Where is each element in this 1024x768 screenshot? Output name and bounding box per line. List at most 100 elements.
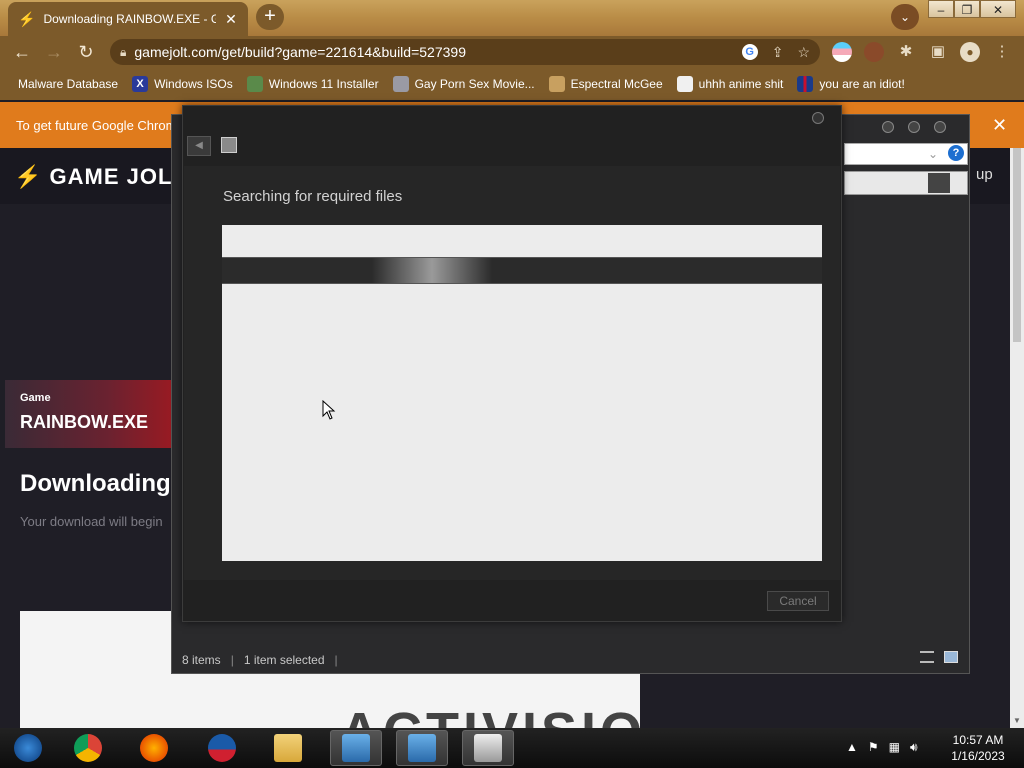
- start-button[interactable]: [2, 730, 54, 766]
- taskbar: ▲ ⚑ ▦ 🔊︎ 10:57 AM 1/16/2023: [0, 728, 1024, 768]
- dialog-close-button[interactable]: [812, 112, 824, 124]
- game-name: RAINBOW.EXE: [20, 412, 149, 432]
- page-scrollbar[interactable]: ▲ ▼: [1010, 148, 1024, 728]
- search-results-area: [222, 225, 822, 561]
- clock-time: 10:57 AM: [952, 733, 1004, 747]
- taskbar-explorer[interactable]: [262, 730, 314, 766]
- profile-icon[interactable]: ●: [960, 42, 980, 62]
- avatar-extension-icon[interactable]: [864, 42, 884, 62]
- volume-icon[interactable]: 🔊︎: [910, 740, 918, 755]
- help-icon[interactable]: ?: [948, 145, 964, 161]
- bookmark-label: Windows ISOs: [154, 77, 233, 91]
- share-icon[interactable]: ⇪: [772, 44, 784, 61]
- chrome-icon: [74, 734, 102, 762]
- game-banner[interactable]: Game RAINBOW.EXE: [5, 380, 175, 448]
- forward-icon[interactable]: →: [38, 42, 70, 63]
- new-tab-button[interactable]: +: [256, 4, 284, 30]
- bookmark-movie[interactable]: Gay Porn Sex Movie...: [392, 76, 535, 92]
- taskbar-clock[interactable]: 10:57 AM 1/16/2023: [946, 732, 1010, 764]
- status-separator: |: [230, 653, 234, 667]
- infobar-message: To get future Google Chrom: [16, 117, 177, 133]
- infobar-close-icon[interactable]: ✕: [992, 115, 1007, 136]
- network-icon[interactable]: ▦: [889, 740, 900, 755]
- obama-logo-icon: [208, 734, 236, 762]
- scroll-down-icon[interactable]: ▼: [1010, 716, 1024, 728]
- bookmark-label: uhhh anime shit: [698, 77, 784, 91]
- bookmark-label: Gay Porn Sex Movie...: [414, 77, 535, 91]
- minimize-button[interactable]: –: [928, 0, 954, 18]
- menu-kebab-icon[interactable]: ⋮: [992, 42, 1012, 62]
- bookmark-malware-database[interactable]: Malware Database: [18, 77, 118, 91]
- system-tray: ▲ ⚑ ▦ 🔊︎: [846, 740, 918, 755]
- bookmark-windows-11-installer[interactable]: Windows 11 Installer: [246, 76, 379, 92]
- item-count: 8 items: [182, 653, 221, 667]
- explorer-statusbar: 8 items | 1 item selected |: [182, 653, 338, 667]
- details-view-icon[interactable]: [920, 651, 934, 663]
- progress-marquee: [372, 258, 492, 283]
- chevron-down-icon[interactable]: ⌄: [928, 147, 938, 161]
- tab-title: Downloading RAINBOW.EXE - Ga: [43, 12, 216, 26]
- bookmark-windows-isos[interactable]: X Windows ISOs: [132, 76, 233, 92]
- taskbar-setup-1[interactable]: [330, 730, 382, 766]
- browser-tab-strip: ⚡ Downloading RAINBOW.EXE - Ga ✕ + ⌄ – ❐…: [0, 0, 1024, 36]
- firefox-icon: [140, 734, 168, 762]
- bookmark-star-icon[interactable]: ☆: [797, 44, 810, 61]
- image-thumbnail-icon: [246, 76, 263, 92]
- installer-icon: [221, 137, 237, 153]
- bookmark-label: you are an idiot!: [819, 77, 905, 91]
- trans-flag-extension-icon[interactable]: [832, 42, 852, 62]
- download-subtitle: Your download will begin: [20, 514, 163, 529]
- side-panel-icon[interactable]: ▣: [928, 42, 948, 62]
- bookmark-you-are-an-idiot[interactable]: you are an idiot!: [797, 76, 905, 92]
- bookmark-espectral-mcgee[interactable]: Espectral McGee: [548, 76, 663, 92]
- google-lens-icon[interactable]: G: [741, 43, 758, 60]
- bookmarks-bar: Malware Database X Windows ISOs Windows …: [0, 68, 1024, 100]
- explorer-minimize-button[interactable]: [882, 121, 894, 133]
- action-center-flag-icon[interactable]: ⚑: [868, 740, 879, 755]
- address-bar[interactable]: 🔒︎ gamejolt.com/get/build?game=221614&bu…: [110, 39, 820, 65]
- character-icon: [548, 76, 565, 92]
- explorer-close-button[interactable]: [934, 121, 946, 133]
- bolt-icon: ⚡: [14, 164, 43, 189]
- url-text[interactable]: gamejolt.com/get/build?game=221614&build…: [134, 44, 733, 60]
- bookmark-anime[interactable]: uhhh anime shit: [676, 76, 784, 92]
- pixel-face-icon: [392, 76, 409, 92]
- search-icon[interactable]: [928, 173, 950, 193]
- explorer-maximize-button[interactable]: [908, 121, 920, 133]
- taskbar-firefox[interactable]: [128, 730, 180, 766]
- maximize-button[interactable]: ❐: [954, 0, 980, 18]
- file-search-dialog: ◀ Searching for required files Cancel: [182, 105, 842, 622]
- tab-close-icon[interactable]: ✕: [224, 11, 238, 28]
- reload-icon[interactable]: ↻: [70, 42, 102, 63]
- dialog-heading: Searching for required files: [223, 188, 403, 205]
- window-close-button[interactable]: ✕: [980, 0, 1016, 18]
- scroll-thumb[interactable]: [1013, 148, 1021, 342]
- game-type-label: Game: [20, 392, 51, 404]
- taskbar-obama[interactable]: [196, 730, 248, 766]
- cancel-button[interactable]: Cancel: [767, 591, 829, 611]
- gamejolt-logo[interactable]: ⚡ GAME JOLT: [14, 164, 185, 190]
- taskbar-installer[interactable]: [462, 730, 514, 766]
- anime-face-icon: [676, 76, 693, 92]
- tab-search-button[interactable]: ⌄: [891, 4, 919, 30]
- x-logo-icon: X: [132, 76, 149, 92]
- lock-icon: 🔒︎: [120, 44, 127, 59]
- extensions-puzzle-icon[interactable]: ✱: [896, 42, 916, 62]
- clock-date: 1/16/2023: [951, 749, 1005, 763]
- folder-icon: [274, 734, 302, 762]
- back-arrow-icon[interactable]: ◀: [187, 136, 211, 156]
- browser-toolbar: ← → ↻ 🔒︎ gamejolt.com/get/build?game=221…: [0, 36, 1024, 68]
- taskbar-chrome[interactable]: [62, 730, 114, 766]
- taskbar-setup-2[interactable]: [396, 730, 448, 766]
- bookmark-label: Malware Database: [18, 77, 119, 91]
- large-icons-view-icon[interactable]: [944, 651, 958, 663]
- bookmark-label: Espectral McGee: [570, 77, 663, 91]
- tray-expand-icon[interactable]: ▲: [846, 740, 858, 755]
- back-icon[interactable]: ←: [6, 42, 38, 63]
- setup-icon: [342, 734, 370, 762]
- browser-tab[interactable]: ⚡ Downloading RAINBOW.EXE - Ga ✕: [8, 2, 248, 36]
- signup-link[interactable]: up: [976, 166, 993, 183]
- mouse-cursor-icon: [322, 400, 336, 420]
- ad-text: ACTIVISION: [340, 701, 640, 728]
- logo-text: GAME JOLT: [49, 164, 186, 189]
